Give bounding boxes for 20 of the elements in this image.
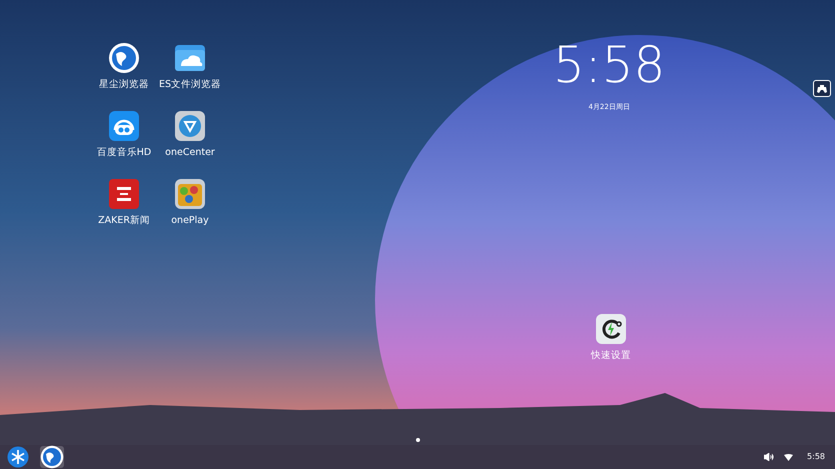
app-shortcut[interactable]: ES文件浏览器: [157, 42, 223, 98]
status-time: 5:58: [807, 451, 825, 463]
taskbar-button[interactable]: [40, 446, 64, 468]
wifi-icon: [784, 454, 794, 460]
app-shortcut[interactable]: onePlay: [157, 178, 223, 234]
folder-icon: [174, 42, 206, 74]
taskbar-button[interactable]: [6, 446, 30, 468]
app-shortcut[interactable]: ZAKER新闻: [91, 178, 157, 234]
globe-icon: [108, 42, 140, 74]
snowflake-icon: [7, 446, 29, 468]
app-shortcut[interactable]: 百度音乐HD: [91, 110, 157, 166]
app-shortcut[interactable]: oneCenter: [157, 110, 223, 166]
clock-time: 5:58: [553, 40, 666, 90]
app-shortcut[interactable]: 星尘浏览器: [91, 42, 157, 98]
charging-icon: [595, 312, 628, 344]
gamepad-button[interactable]: [813, 80, 831, 97]
music-icon: [108, 110, 140, 142]
gamepad-icon: [816, 84, 828, 94]
volume-icon: [764, 453, 774, 461]
news-icon: [108, 178, 140, 210]
